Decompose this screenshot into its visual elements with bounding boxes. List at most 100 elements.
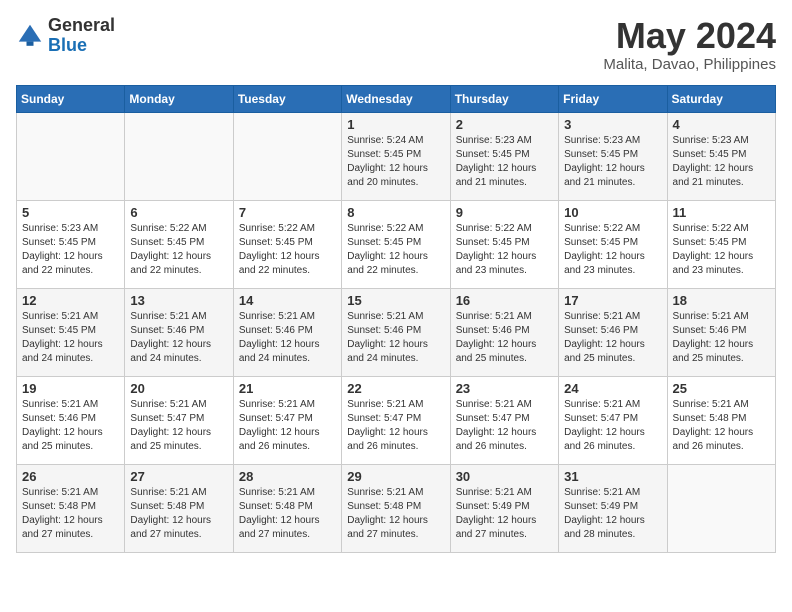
logo-text: General Blue (48, 16, 115, 56)
month-year: May 2024 (603, 16, 776, 56)
calendar-cell: 14 Sunrise: 5:21 AM Sunset: 5:46 PM Dayli… (233, 288, 341, 376)
day-detail: Sunrise: 5:21 AM Sunset: 5:47 PM Dayligh… (130, 398, 227, 454)
weekday-header: Tuesday (233, 85, 341, 112)
weekday-header: Saturday (667, 85, 775, 112)
day-number: 16 (456, 293, 553, 308)
weekday-header: Sunday (17, 85, 125, 112)
calendar-cell: 16 Sunrise: 5:21 AM Sunset: 5:46 PM Dayli… (450, 288, 558, 376)
title-block: May 2024 Malita, Davao, Philippines (603, 16, 776, 73)
calendar-week-row: 12Sunrise: 5:21 AM Sunset: 5:45 PM Dayli… (17, 288, 776, 376)
calendar-cell: 20Sunrise: 5:21 AM Sunset: 5:47 PM Dayli… (125, 376, 233, 464)
day-detail: Sunrise: 5:23 AM Sunset: 5:45 PM Dayligh… (673, 134, 770, 190)
weekday-header-row: SundayMondayTuesdayWednesdayThursdayFrid… (17, 85, 776, 112)
day-number: 14 (239, 293, 336, 308)
calendar-cell: 26Sunrise: 5:21 AM Sunset: 5:48 PM Dayli… (17, 464, 125, 552)
logo-general: General (48, 16, 115, 36)
day-detail: Sunrise: 5:23 AM Sunset: 5:45 PM Dayligh… (564, 134, 661, 190)
weekday-header: Friday (559, 85, 667, 112)
day-detail: Sunrise: 5:23 AM Sunset: 5:45 PM Dayligh… (456, 134, 553, 190)
calendar-cell: 25Sunrise: 5:21 AM Sunset: 5:48 PM Dayli… (667, 376, 775, 464)
calendar-body: 1Sunrise: 5:24 AM Sunset: 5:45 PM Daylig… (17, 112, 776, 552)
calendar-cell: 9 Sunrise: 5:22 AM Sunset: 5:45 PM Daylig… (450, 200, 558, 288)
logo: General Blue (16, 16, 115, 56)
calendar-cell: 6 Sunrise: 5:22 AM Sunset: 5:45 PM Daylig… (125, 200, 233, 288)
calendar-cell: 11Sunrise: 5:22 AM Sunset: 5:45 PM Dayli… (667, 200, 775, 288)
day-detail: Sunrise: 5:24 AM Sunset: 5:45 PM Dayligh… (347, 134, 444, 190)
calendar-cell (233, 112, 341, 200)
day-detail: Sunrise: 5:21 AM Sunset: 5:46 PM Dayligh… (22, 398, 119, 454)
day-detail: Sunrise: 5:21 AM Sunset: 5:48 PM Dayligh… (347, 486, 444, 542)
day-detail: Sunrise: 5:22 AM Sunset: 5:45 PM Dayligh… (347, 222, 444, 278)
day-number: 8 (347, 205, 444, 220)
weekday-header: Monday (125, 85, 233, 112)
day-number: 30 (456, 469, 553, 484)
day-number: 17 (564, 293, 661, 308)
day-detail: Sunrise: 5:21 AM Sunset: 5:46 PM Dayligh… (239, 310, 336, 366)
day-number: 13 (130, 293, 227, 308)
day-detail: Sunrise: 5:22 AM Sunset: 5:45 PM Dayligh… (456, 222, 553, 278)
day-number: 2 (456, 117, 553, 132)
calendar-cell: 13 Sunrise: 5:21 AM Sunset: 5:46 PM Dayli… (125, 288, 233, 376)
day-number: 23 (456, 381, 553, 396)
day-detail: Sunrise: 5:21 AM Sunset: 5:46 PM Dayligh… (673, 310, 770, 366)
calendar-cell: 10Sunrise: 5:22 AM Sunset: 5:45 PM Dayli… (559, 200, 667, 288)
calendar-cell: 27 Sunrise: 5:21 AM Sunset: 5:48 PM Dayli… (125, 464, 233, 552)
calendar-week-row: 19 Sunrise: 5:21 AM Sunset: 5:46 PM Dayli… (17, 376, 776, 464)
day-number: 31 (564, 469, 661, 484)
calendar-cell: 17 Sunrise: 5:21 AM Sunset: 5:46 PM Dayli… (559, 288, 667, 376)
day-detail: Sunrise: 5:21 AM Sunset: 5:46 PM Dayligh… (456, 310, 553, 366)
day-number: 26 (22, 469, 119, 484)
calendar-cell: 15 Sunrise: 5:21 AM Sunset: 5:46 PM Dayli… (342, 288, 450, 376)
day-number: 15 (347, 293, 444, 308)
day-detail: Sunrise: 5:22 AM Sunset: 5:45 PM Dayligh… (564, 222, 661, 278)
calendar-cell: 22Sunrise: 5:21 AM Sunset: 5:47 PM Dayli… (342, 376, 450, 464)
day-number: 22 (347, 381, 444, 396)
day-detail: Sunrise: 5:21 AM Sunset: 5:46 PM Dayligh… (347, 310, 444, 366)
day-number: 28 (239, 469, 336, 484)
day-number: 7 (239, 205, 336, 220)
day-detail: Sunrise: 5:22 AM Sunset: 5:45 PM Dayligh… (130, 222, 227, 278)
day-detail: Sunrise: 5:21 AM Sunset: 5:46 PM Dayligh… (564, 310, 661, 366)
day-number: 6 (130, 205, 227, 220)
calendar-week-row: 26 Sunrise: 5:21 AM Sunset: 5:48 PM Dayli… (17, 464, 776, 552)
day-detail: Sunrise: 5:23 AM Sunset: 5:45 PM Dayligh… (22, 222, 119, 278)
day-number: 18 (673, 293, 770, 308)
calendar-cell (125, 112, 233, 200)
day-number: 5 (22, 205, 119, 220)
day-detail: Sunrise: 5:21 AM Sunset: 5:48 PM Dayligh… (239, 486, 336, 542)
calendar-cell: 8 Sunrise: 5:22 AM Sunset: 5:45 PM Daylig… (342, 200, 450, 288)
calendar-cell: 29Sunrise: 5:21 AM Sunset: 5:48 PM Dayli… (342, 464, 450, 552)
day-detail: Sunrise: 5:21 AM Sunset: 5:49 PM Dayligh… (456, 486, 553, 542)
day-number: 24 (564, 381, 661, 396)
calendar-cell: 3Sunrise: 5:23 AM Sunset: 5:45 PM Daylig… (559, 112, 667, 200)
day-detail: Sunrise: 5:21 AM Sunset: 5:47 PM Dayligh… (564, 398, 661, 454)
calendar-cell: 24 Sunrise: 5:21 AM Sunset: 5:47 PM Dayli… (559, 376, 667, 464)
logo-blue: Blue (48, 36, 115, 56)
day-detail: Sunrise: 5:21 AM Sunset: 5:48 PM Dayligh… (130, 486, 227, 542)
day-detail: Sunrise: 5:21 AM Sunset: 5:48 PM Dayligh… (673, 398, 770, 454)
day-detail: Sunrise: 5:21 AM Sunset: 5:46 PM Dayligh… (130, 310, 227, 366)
calendar-cell: 2 Sunrise: 5:23 AM Sunset: 5:45 PM Daylig… (450, 112, 558, 200)
day-detail: Sunrise: 5:21 AM Sunset: 5:47 PM Dayligh… (239, 398, 336, 454)
day-detail: Sunrise: 5:22 AM Sunset: 5:45 PM Dayligh… (239, 222, 336, 278)
calendar-cell: 23 Sunrise: 5:21 AM Sunset: 5:47 PM Dayli… (450, 376, 558, 464)
day-number: 27 (130, 469, 227, 484)
calendar-cell (17, 112, 125, 200)
page-header: General Blue May 2024 Malita, Davao, Phi… (16, 16, 776, 73)
calendar-cell (667, 464, 775, 552)
calendar-cell: 18 Sunrise: 5:21 AM Sunset: 5:46 PM Dayli… (667, 288, 775, 376)
weekday-header: Thursday (450, 85, 558, 112)
day-detail: Sunrise: 5:21 AM Sunset: 5:47 PM Dayligh… (456, 398, 553, 454)
calendar-header: SundayMondayTuesdayWednesdayThursdayFrid… (17, 85, 776, 112)
calendar-cell: 30 Sunrise: 5:21 AM Sunset: 5:49 PM Dayli… (450, 464, 558, 552)
day-number: 9 (456, 205, 553, 220)
day-number: 19 (22, 381, 119, 396)
calendar-week-row: 1Sunrise: 5:24 AM Sunset: 5:45 PM Daylig… (17, 112, 776, 200)
calendar-cell: 5 Sunrise: 5:23 AM Sunset: 5:45 PM Daylig… (17, 200, 125, 288)
calendar-cell: 1Sunrise: 5:24 AM Sunset: 5:45 PM Daylig… (342, 112, 450, 200)
day-number: 21 (239, 381, 336, 396)
calendar-table: SundayMondayTuesdayWednesdayThursdayFrid… (16, 85, 776, 553)
calendar-cell: 7 Sunrise: 5:22 AM Sunset: 5:45 PM Daylig… (233, 200, 341, 288)
day-number: 12 (22, 293, 119, 308)
calendar-cell: 31Sunrise: 5:21 AM Sunset: 5:49 PM Dayli… (559, 464, 667, 552)
